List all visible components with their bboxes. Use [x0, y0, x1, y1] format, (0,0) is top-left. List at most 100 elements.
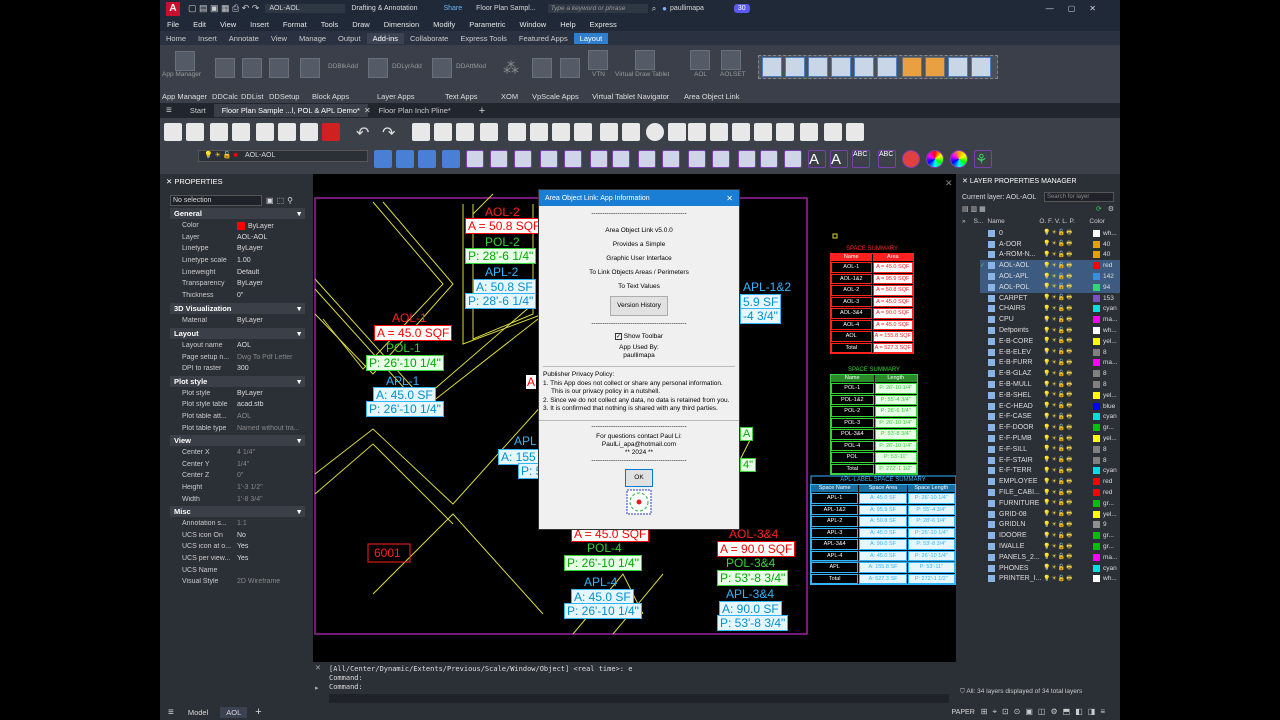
- menu-window[interactable]: Window: [520, 20, 547, 29]
- viewport-close-icon[interactable]: ✕: [945, 178, 953, 189]
- ddsetup-icon[interactable]: [269, 58, 289, 78]
- markup-icon[interactable]: [600, 123, 618, 141]
- property-row[interactable]: Plot style table acad.stb: [182, 399, 313, 411]
- menu-parametric[interactable]: Parametric: [469, 20, 505, 29]
- layer-name[interactable]: PANELS_2...: [999, 554, 1043, 561]
- layer-name[interactable]: E-C-HEAD: [999, 403, 1043, 410]
- property-row[interactable]: Color ByLayer: [182, 220, 313, 232]
- property-row[interactable]: Center Z 0": [182, 470, 313, 482]
- layer-name[interactable]: A-DOR: [999, 241, 1043, 248]
- search-icon[interactable]: ⌕: [652, 4, 656, 14]
- aol-tool-1-icon[interactable]: [762, 57, 782, 77]
- collapse-icon[interactable]: ▾: [297, 436, 301, 445]
- settings-icon[interactable]: ⚙: [1108, 205, 1114, 213]
- panel-app-manager[interactable]: App Manager: [162, 92, 207, 101]
- layer-toggle-icons[interactable]: 💡☀🔓🖶: [1043, 552, 1093, 562]
- menu-draw[interactable]: Draw: [352, 20, 370, 29]
- layer-row[interactable]: E-B-GLAZ 💡☀🔓🖶 8: [980, 368, 1120, 379]
- layer-toggle-icons[interactable]: 💡☀🔓🖶: [1043, 326, 1093, 336]
- layer-name[interactable]: PHONES: [999, 565, 1043, 572]
- pdf-icon[interactable]: [322, 123, 340, 141]
- new-icon[interactable]: [164, 123, 182, 141]
- layer-row[interactable]: EMPLOYEE 💡☀🔓🖶 red: [980, 476, 1120, 487]
- pan-icon[interactable]: [412, 123, 430, 141]
- properties-icon[interactable]: [508, 123, 526, 141]
- aol-toolbar-17-icon[interactable]: [760, 150, 778, 168]
- layer-color-swatch[interactable]: [1093, 251, 1100, 259]
- layer-color-swatch[interactable]: [1093, 521, 1100, 529]
- layer-row[interactable]: E-B-MULL 💡☀🔓🖶 8: [980, 379, 1120, 390]
- property-row[interactable]: Lineweight Default: [182, 266, 313, 278]
- layer-name[interactable]: Defpoints: [999, 327, 1043, 334]
- property-row[interactable]: UCS per view... Yes: [182, 553, 313, 565]
- property-value[interactable]: 4 1/4": [237, 449, 307, 456]
- menu-edit[interactable]: Edit: [193, 20, 206, 29]
- expand-icon[interactable]: »: [962, 218, 966, 225]
- layer-toggle-icons[interactable]: 💡☀🔓🖶: [1043, 401, 1093, 411]
- aol-toolbar-20-icon[interactable]: A: [830, 150, 848, 168]
- menu-express[interactable]: Express: [590, 20, 617, 29]
- redo-icon[interactable]: ↷: [382, 123, 400, 142]
- copy-clip-icon[interactable]: [732, 123, 750, 141]
- aol-tool-6-icon[interactable]: [877, 57, 897, 77]
- zoom-window-icon[interactable]: [456, 123, 474, 141]
- plot-preview-icon[interactable]: [278, 123, 296, 141]
- menu-view[interactable]: View: [220, 20, 236, 29]
- ribbon-tab-manage[interactable]: Manage: [293, 33, 332, 44]
- layer-toggle-icons[interactable]: 💡☀🔓🖶: [1043, 369, 1093, 379]
- layer-row[interactable]: E-F-DOOR 💡☀🔓🖶 gr...: [980, 422, 1120, 433]
- share-button[interactable]: Share: [443, 5, 462, 12]
- property-row[interactable]: Height 1'-3 1/2": [182, 482, 313, 494]
- layer-color-swatch[interactable]: [1093, 240, 1100, 248]
- vtn-icon[interactable]: [668, 123, 686, 141]
- layer-name[interactable]: A-ROM-N...: [999, 251, 1043, 258]
- layer-color-swatch[interactable]: [1093, 445, 1100, 453]
- layer-toggle-icons[interactable]: 💡☀🔓🖶: [1043, 542, 1093, 552]
- property-value[interactable]: 1/4": [237, 461, 307, 468]
- layer-color-swatch[interactable]: [1093, 467, 1100, 475]
- property-row[interactable]: UCS icon On No: [182, 529, 313, 541]
- ribbon-tab-featured-apps[interactable]: Featured Apps: [513, 33, 574, 44]
- collapse-icon[interactable]: ▾: [297, 329, 301, 338]
- ribbon-tab-insert[interactable]: Insert: [192, 33, 223, 44]
- new-layer-icon[interactable]: ▤ ▥ ▦: [962, 205, 986, 213]
- layer-toggle-icons[interactable]: 💡☀🔓🖶: [1043, 347, 1093, 357]
- layer-name[interactable]: PRINTER_I...: [999, 575, 1043, 582]
- layer-toggle-icons[interactable]: 💡☀🔓🖶: [1043, 250, 1093, 260]
- layer-name[interactable]: 0: [999, 230, 1043, 237]
- property-value[interactable]: ByLayer: [237, 317, 307, 324]
- col-name[interactable]: Name: [987, 218, 1039, 225]
- aol-toolbar-19-icon[interactable]: A: [808, 150, 826, 168]
- panel-area-object-link[interactable]: Area Object Link: [684, 92, 739, 101]
- block-apps-icon[interactable]: [300, 58, 320, 78]
- layer-toggle-icons[interactable]: 💡☀🔓🖶: [1043, 466, 1093, 476]
- highlight-icon[interactable]: [710, 123, 728, 141]
- property-value[interactable]: Default: [237, 269, 307, 276]
- layer-toggle-icons[interactable]: 💡☀🔓🖶: [1043, 412, 1093, 422]
- menu-icon[interactable]: ≡: [166, 105, 172, 116]
- layer-row[interactable]: E-F-CASE 💡☀🔓🖶 cyan: [980, 412, 1120, 423]
- status-tools-icons[interactable]: ⊞⌖⊡⊙▣◫⚙⬒◧◨≡: [981, 707, 1110, 717]
- aol-toolbar-21-icon[interactable]: ABC: [852, 150, 870, 168]
- panel-ddcalc[interactable]: DDCalc: [212, 92, 238, 101]
- property-row[interactable]: Thickness 0": [182, 290, 313, 302]
- zoom-realtime-icon[interactable]: [434, 123, 452, 141]
- layer-row[interactable]: 0 💡☀🔓🖶 wh...: [980, 228, 1120, 239]
- layer-name[interactable]: IWALLE: [999, 543, 1043, 550]
- help-icon[interactable]: [646, 123, 664, 141]
- layer-row[interactable]: IWALLE 💡☀🔓🖶 gr...: [980, 541, 1120, 552]
- aol-toolbar-22-icon[interactable]: ABC: [878, 150, 896, 168]
- layer-name[interactable]: E-F-PLMB: [999, 435, 1043, 442]
- property-value[interactable]: 1'-8 3/4": [237, 496, 307, 503]
- layer-name[interactable]: FILE_CABI...: [999, 489, 1043, 496]
- aol-toolbar-5-icon[interactable]: [466, 150, 484, 168]
- layer-name[interactable]: E-F-DOOR: [999, 424, 1043, 431]
- collapse-icon[interactable]: ▾: [297, 507, 301, 516]
- layer-row[interactable]: E-C-HEAD 💡☀🔓🖶 blue: [980, 401, 1120, 412]
- workspace-combo[interactable]: Drafting & Annotation: [351, 5, 417, 12]
- aolset-icon[interactable]: [721, 50, 741, 70]
- aol-toolbar-1-icon[interactable]: [374, 150, 392, 168]
- layer-name[interactable]: FURNITURE: [999, 500, 1043, 507]
- layer-toggle-icons[interactable]: 💡☀🔓🖶: [1043, 336, 1093, 346]
- property-row[interactable]: Center Y 1/4": [182, 459, 313, 471]
